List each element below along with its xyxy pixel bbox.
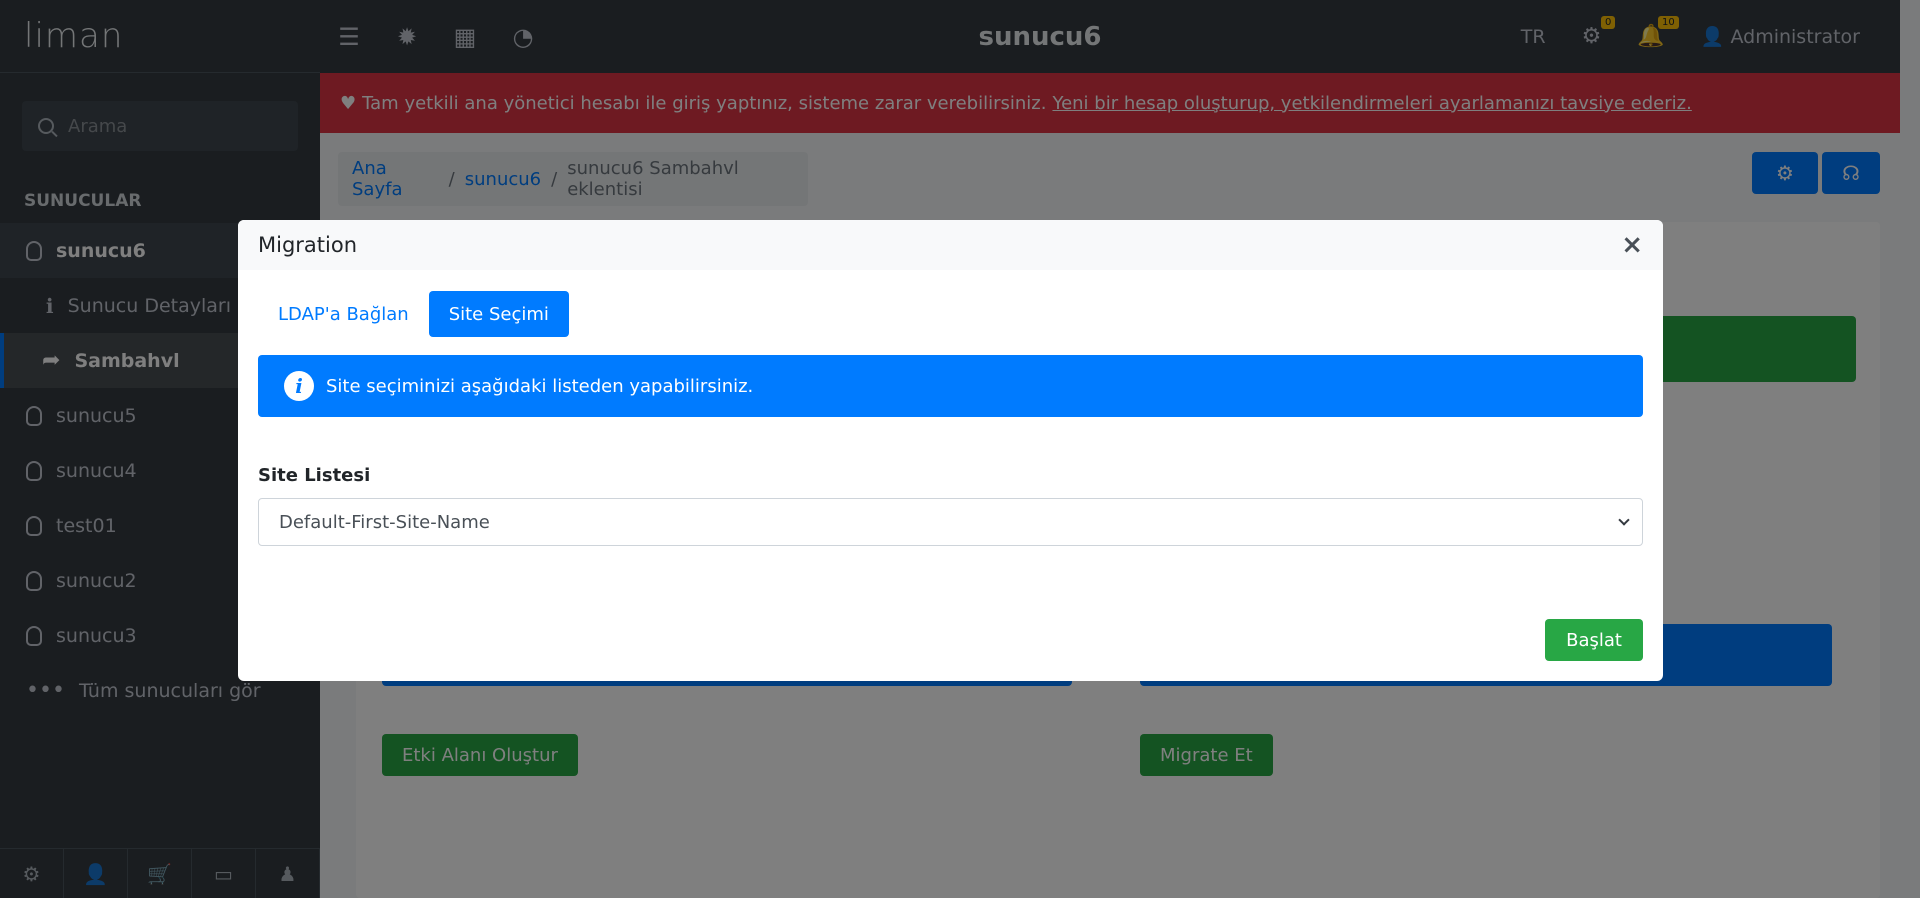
selected-site-value: Default-First-Site-Name [279,511,490,533]
info-icon: i [284,371,314,401]
modal-title: Migration [258,233,358,257]
modal-tabs: LDAP'a Bağlan Site Seçimi [258,291,1663,337]
close-icon[interactable]: × [1621,230,1643,260]
site-list-label: Site Listesi [258,465,371,486]
tab-ldap-connect[interactable]: LDAP'a Bağlan [258,291,429,337]
site-list-select[interactable]: Default-First-Site-Name [258,498,1643,546]
migration-modal: Migration × LDAP'a Bağlan Site Seçimi i … [238,220,1663,681]
start-button[interactable]: Başlat [1545,619,1643,661]
tab-site-selection[interactable]: Site Seçimi [428,291,569,337]
chevron-down-icon [1618,514,1630,526]
info-text: Site seçiminizi aşağıdaki listeden yapab… [326,375,754,397]
modal-header: Migration × [238,220,1663,270]
info-alert: i Site seçiminizi aşağıdaki listeden yap… [258,355,1643,417]
